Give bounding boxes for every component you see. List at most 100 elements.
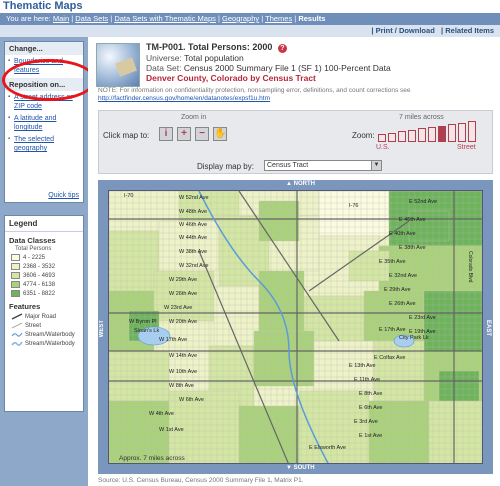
help-icon[interactable]: ? (277, 44, 287, 53)
major-road-icon (11, 313, 23, 320)
map-label: W 6th Ave (179, 397, 204, 403)
display-map-by-value: Census Tract (267, 162, 309, 169)
chevron-down-icon[interactable]: ▼ (371, 161, 381, 170)
breadcrumb-current: Results (298, 14, 326, 23)
breadcrumb-data-sets[interactable]: Data Sets (75, 14, 108, 23)
street-icon (11, 322, 23, 329)
census-tract (318, 191, 390, 237)
zoom-level-step[interactable] (378, 134, 386, 142)
feature-waterbody: Stream/Waterbody (5, 339, 83, 348)
highlight-circle-annotation (2, 59, 96, 101)
map-label: W 26th Ave (169, 291, 197, 297)
zoom-level-step[interactable] (458, 122, 466, 142)
map-label: E 13th Ave (349, 363, 376, 369)
print-download-link[interactable]: | Print / Download (371, 26, 434, 35)
map-label: W 1st Ave (159, 427, 184, 433)
zoom-level-step[interactable] (388, 132, 396, 142)
map-label: E 32nd Ave (389, 273, 417, 279)
data-class-swatch (11, 254, 20, 261)
note: NOTE: For information on confidentiality… (98, 87, 493, 103)
map-label: E 29th Ave (384, 287, 411, 293)
change-heading: Change... (5, 42, 83, 55)
map-label: I-76 (349, 203, 358, 209)
map-label: W 8th Ave (169, 383, 194, 389)
note-url-link[interactable]: http://factfinder.census.gov/home/en/dat… (98, 95, 270, 102)
map-label: E 8th Ave (359, 391, 382, 397)
south-label: SOUTH (293, 465, 315, 471)
pan-west-button[interactable]: WEST (99, 320, 105, 337)
breadcrumb-themes[interactable]: Themes (265, 14, 292, 23)
title-bar: Thematic Maps (0, 0, 500, 13)
legend-title: Legend (5, 216, 83, 232)
pan-hand-icon: ✋ (214, 128, 227, 139)
zoom-level-step[interactable] (428, 127, 436, 142)
pan-east-button[interactable]: EAST (485, 320, 491, 336)
table-title: TM-P001. Total Persons: 2000 (146, 42, 273, 52)
pan-south-button[interactable]: ▼ SOUTH (286, 465, 315, 471)
related-items-link[interactable]: | Related Items (441, 26, 494, 35)
census-tract (213, 285, 260, 347)
zoom-level-step[interactable] (448, 124, 456, 142)
reposition-geography-link[interactable]: The selected geography (8, 135, 79, 153)
data-class-swatch (11, 263, 20, 270)
quick-tips-link[interactable]: Quick tips (48, 192, 79, 199)
zoom-us-label: U.S. (376, 144, 390, 151)
zoom-in-tool-button[interactable]: + (177, 127, 191, 141)
zoom-level-step[interactable] (468, 121, 476, 142)
source-citation: Source: U.S. Census Bureau, Census 2000 … (98, 477, 304, 484)
map-label: W 23rd Ave (164, 305, 192, 311)
map-label: W 17th Ave (159, 337, 187, 343)
stream-icon (11, 332, 23, 337)
map-label: W 20th Ave (169, 319, 197, 325)
waterbody-icon (11, 341, 23, 346)
identify-tool-button[interactable]: i (159, 127, 173, 141)
map-label: E Elsworth Ave (309, 445, 346, 451)
thematic-map[interactable]: W 52nd Ave W 48th Ave W 46th Ave W 44th Ave… (108, 190, 483, 464)
zoom-in-icon: + (181, 128, 187, 139)
map-label: E 1st Ave (359, 433, 382, 439)
data-class-row: 6351 - 8822 (11, 289, 79, 298)
breadcrumb-thematic-data-sets[interactable]: Data Sets with Thematic Maps (114, 14, 216, 23)
identify-icon: i (164, 128, 168, 139)
map-label: City Park Lk (399, 335, 429, 341)
breadcrumb: You are here: Main | Data Sets | Data Se… (0, 13, 500, 25)
display-map-by-select[interactable]: Census Tract ▼ (264, 160, 382, 171)
zoom-level-bar[interactable] (378, 120, 488, 142)
data-classes-heading: Data Classes (9, 236, 56, 245)
map-label: W 4th Ave (149, 411, 174, 417)
breadcrumb-geography[interactable]: Geography (222, 14, 259, 23)
map-scale-label: Approx. 7 miles across (119, 455, 185, 462)
reposition-geography-label[interactable]: The selected geography (14, 136, 54, 152)
feature-waterbody-label: Stream/Waterbody (25, 340, 75, 347)
data-class-label: 4 - 2225 (23, 254, 46, 261)
dataset-value: Census 2000 Summary File 1 (SF 1) 100-Pe… (183, 63, 391, 73)
map-thumbnail-image (96, 43, 140, 87)
pan-tool-button[interactable]: ✋ (213, 127, 227, 141)
data-class-label: 6351 - 8822 (23, 290, 56, 297)
zoom-level-step[interactable] (398, 131, 406, 142)
pan-north-button[interactable]: ▲ NORTH (286, 181, 315, 187)
table-metadata: TM-P001. Total Persons: 2000 ? Universe:… (146, 42, 496, 83)
feature-major-road: Major Road (5, 312, 83, 321)
data-class-row: 3606 - 4693 (11, 271, 79, 280)
data-class-label: 4774 - 6138 (23, 281, 56, 288)
zoom-level-step[interactable] (438, 125, 446, 142)
data-classes-list: 4 - 2225 2368 - 3532 3606 - 4693 4774 - 613… (5, 252, 83, 298)
reposition-latlong-label[interactable]: A latitude and longitude (14, 115, 56, 131)
map-frame: ▲ NORTH ▼ SOUTH WEST EAST W 52nd Ave W 48… (98, 180, 493, 474)
zoom-out-tool-button[interactable]: − (195, 127, 209, 141)
map-label: E 17th Ave (379, 327, 406, 333)
data-class-label: 2368 - 3532 (23, 263, 56, 270)
map-canvas[interactable]: W 52nd Ave W 48th Ave W 46th Ave W 44th Ave… (109, 191, 483, 464)
map-label: E 6th Ave (359, 405, 382, 411)
breadcrumb-main[interactable]: Main (53, 14, 69, 23)
zoom-level-step[interactable] (408, 129, 416, 142)
zoom-street-label: Street (457, 144, 476, 151)
breadcrumb-prefix: You are here: (6, 14, 51, 23)
zoom-level-step[interactable] (418, 128, 426, 142)
census-tract (238, 405, 300, 463)
click-map-label: Click map to: (103, 131, 150, 140)
reposition-latlong-link[interactable]: A latitude and longitude (8, 114, 79, 132)
map-label: E 38th Ave (399, 245, 426, 251)
map-label: W 46th Ave (179, 222, 207, 228)
